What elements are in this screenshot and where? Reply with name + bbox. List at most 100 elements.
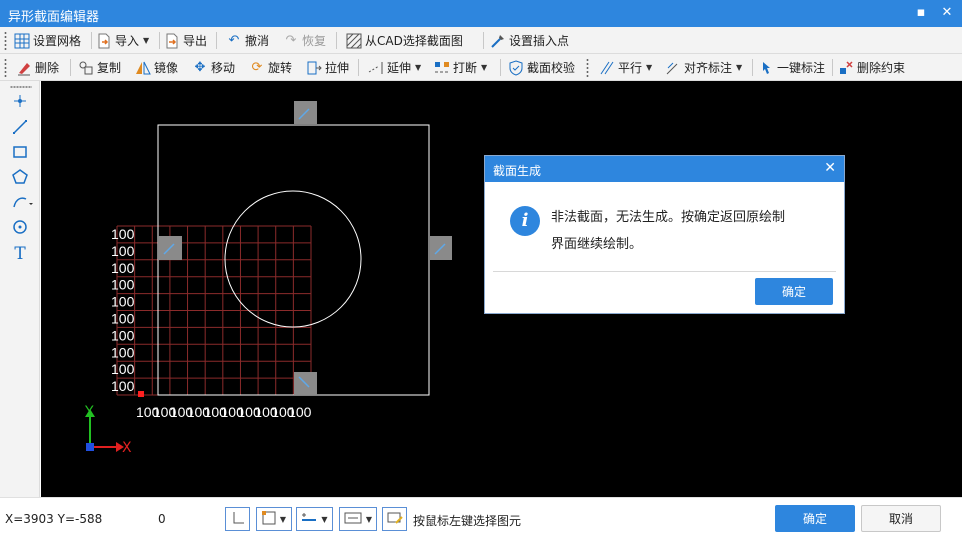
- chevron-down-icon[interactable]: ▼: [481, 63, 487, 72]
- rect-tool[interactable]: [10, 144, 30, 164]
- grid-label-y: 100: [111, 327, 135, 343]
- grid-icon: [14, 33, 30, 49]
- edit-toolbar: 删除 复制 镜像 ✥ 移动 ⟳ 旋转 拉伸 延伸 ▼ 打断 ▼ 截面校验 平行 …: [0, 54, 962, 81]
- eraser-icon: [16, 60, 32, 76]
- parallel-icon: [599, 60, 615, 76]
- chevron-down-icon[interactable]: ▼: [736, 63, 742, 72]
- grip-handle-right[interactable]: [430, 236, 452, 260]
- chevron-down-icon: ▼: [321, 514, 328, 524]
- grid-label-y: 100: [111, 311, 135, 327]
- set-insert-point-button[interactable]: 设置插入点: [490, 30, 569, 51]
- align-dim-button[interactable]: 对齐标注 ▼: [665, 57, 742, 78]
- circle-tool[interactable]: [10, 219, 30, 239]
- dialog-title-bar: 截面生成 ✕: [485, 156, 844, 182]
- snap-icon: [261, 510, 276, 528]
- arc-tool[interactable]: [10, 194, 36, 214]
- undo-button[interactable]: ↶ 撤消: [226, 30, 269, 51]
- section-check-button[interactable]: 截面校验: [508, 57, 575, 78]
- dialog-divider: [493, 271, 836, 272]
- shield-check-icon: [508, 59, 524, 76]
- dialog-close-icon[interactable]: ✕: [824, 160, 836, 176]
- grid-label-y: 100: [111, 294, 135, 310]
- redo-icon: ↷: [285, 33, 297, 48]
- export-button[interactable]: 导出: [164, 30, 207, 51]
- main-toolbar: 设置网格 导入 ▼ 导出 ↶ 撤消 ↷ 恢复 从CAD选择截面图 设置插入点: [0, 27, 962, 54]
- grid-label-y: 100: [111, 260, 135, 276]
- text-tool[interactable]: T: [10, 244, 30, 264]
- move-button[interactable]: ✥ 移动: [192, 57, 235, 78]
- chevron-down-icon[interactable]: ▼: [646, 63, 652, 72]
- window-title: 异形截面编辑器: [8, 10, 100, 25]
- toolbar-grip[interactable]: [586, 58, 589, 77]
- line-tool[interactable]: [10, 119, 30, 139]
- hatch-icon: [346, 33, 362, 49]
- chevron-down-icon[interactable]: ▼: [143, 36, 149, 45]
- ok-button[interactable]: 确定: [775, 505, 855, 532]
- remove-constraint-icon: [838, 60, 854, 76]
- polar-dropdown[interactable]: ▼: [296, 507, 333, 531]
- point-tool[interactable]: [10, 93, 30, 113]
- parallel-button[interactable]: 平行 ▼: [599, 57, 652, 78]
- dimension-display-icon: [344, 511, 362, 528]
- display-dropdown[interactable]: ▼: [339, 507, 377, 531]
- rotate-button[interactable]: ⟳ 旋转: [249, 57, 292, 78]
- grip-handle-top[interactable]: [294, 101, 317, 124]
- set-grid-button[interactable]: 设置网格: [14, 30, 81, 51]
- copy-icon: [78, 60, 94, 76]
- undo-icon: ↶: [228, 33, 240, 48]
- import-icon: [96, 33, 112, 49]
- redo-button[interactable]: ↷ 恢复: [283, 30, 326, 51]
- status-hint: 按鼠标左键选择图元: [413, 514, 522, 528]
- grid-label-y: 100: [111, 344, 135, 360]
- dialog-ok-button[interactable]: 确定: [755, 278, 833, 305]
- title-bar: 异形截面编辑器 ▪ ✕: [0, 0, 962, 27]
- grid-label-x: 100: [288, 404, 312, 420]
- edit-hint-toggle[interactable]: [382, 507, 407, 531]
- delete-button[interactable]: 删除: [16, 57, 59, 78]
- line-icon: [12, 119, 28, 139]
- chevron-down-icon[interactable]: ▼: [415, 63, 421, 72]
- toolbar-grip[interactable]: [4, 31, 7, 50]
- grid-label-y: 100: [111, 243, 135, 259]
- minimize-button[interactable]: ▪: [912, 4, 930, 22]
- mirror-button[interactable]: 镜像: [135, 57, 178, 78]
- cancel-button[interactable]: 取消: [861, 505, 941, 532]
- ortho-icon: [231, 511, 245, 528]
- export-icon: [164, 33, 180, 49]
- ortho-toggle[interactable]: [225, 507, 250, 531]
- axis-x-label: X: [122, 440, 132, 456]
- toolbar-grip[interactable]: [10, 86, 32, 88]
- select-from-cad-button[interactable]: 从CAD选择截面图: [346, 30, 463, 51]
- import-button[interactable]: 导入 ▼: [96, 30, 149, 51]
- break-icon: [434, 60, 450, 76]
- pointer-icon: [758, 60, 774, 76]
- polygon-icon: [12, 169, 28, 189]
- close-button[interactable]: ✕: [938, 4, 956, 22]
- grip-handle-bottom[interactable]: [294, 372, 317, 395]
- text-icon: T: [14, 244, 26, 264]
- break-button[interactable]: 打断 ▼: [434, 57, 487, 78]
- extend-button[interactable]: 延伸 ▼: [368, 57, 421, 78]
- draw-tools-panel: T: [0, 81, 40, 497]
- remove-constraint-button[interactable]: 删除约束: [838, 57, 905, 78]
- dialog-message-line1: 非法截面，无法生成。按确定返回原绘制: [551, 210, 786, 225]
- extend-icon: [368, 60, 384, 76]
- grid-label-y: 100: [111, 226, 135, 242]
- snap-dropdown[interactable]: ▼: [256, 507, 292, 531]
- point-icon: [12, 93, 28, 113]
- grid-label-y: 100: [111, 277, 135, 293]
- origin-marker: [138, 391, 144, 397]
- circle-icon: [12, 219, 28, 239]
- mirror-icon: [135, 60, 151, 76]
- info-icon: i: [510, 206, 540, 236]
- stretch-button[interactable]: 拉伸: [306, 57, 349, 78]
- insert-point-icon: [490, 33, 506, 49]
- one-click-dim-button[interactable]: 一键标注: [758, 57, 825, 78]
- grip-handle-left[interactable]: [158, 236, 182, 260]
- polygon-tool[interactable]: [10, 169, 30, 189]
- chevron-down-icon: ▼: [279, 514, 287, 524]
- toolbar-grip[interactable]: [4, 58, 7, 77]
- copy-button[interactable]: 复制: [78, 57, 121, 78]
- dialog-title: 截面生成: [493, 164, 542, 178]
- move-icon: ✥: [194, 60, 206, 75]
